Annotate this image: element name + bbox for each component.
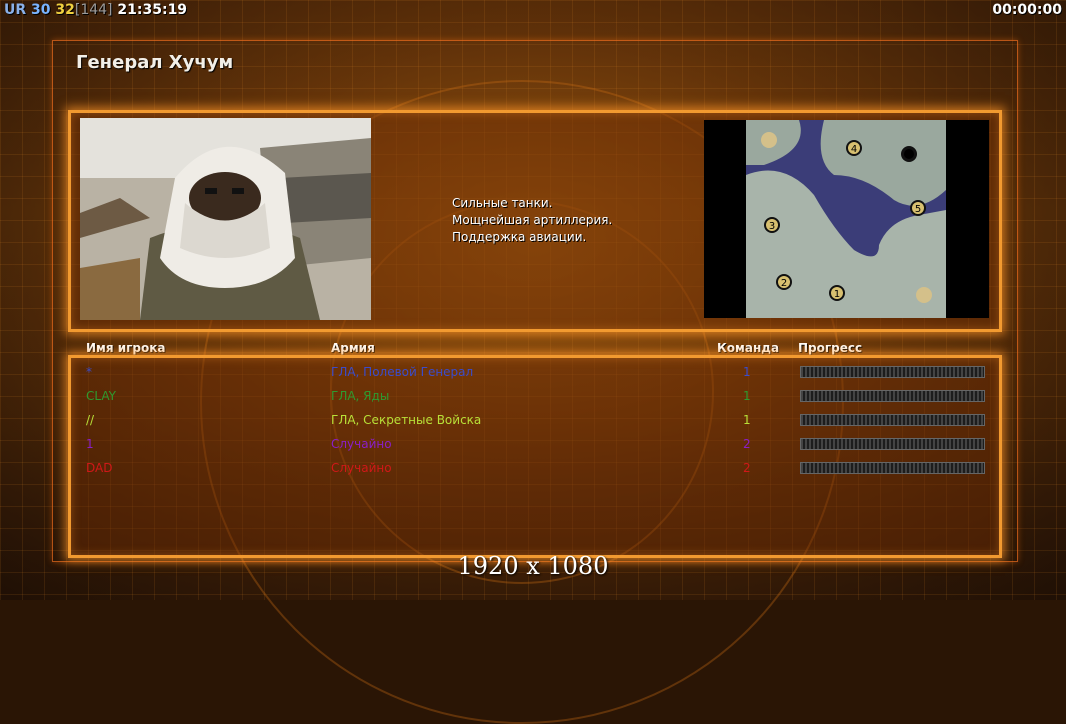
general-title: Генерал Хучум [76,52,234,73]
map-start-5: 5 [915,204,921,215]
hud-value-3: [144] [74,2,113,18]
hud-ur: UR [4,2,27,18]
player-name: * [86,365,92,379]
player-row: DAD Случайно 2 [80,459,990,479]
description-line: Сильные танки. [452,196,553,210]
player-team: 1 [743,365,751,379]
description-line: Мощнейшая артиллерия. [452,213,613,227]
header-team: Команда [717,341,780,355]
player-army: ГЛА, Полевой Генерал [331,365,474,379]
general-portrait [80,118,371,320]
player-progress-bar [800,462,985,474]
player-row: * ГЛА, Полевой Генерал 1 [80,363,990,383]
player-progress-bar [800,438,985,450]
map-start-2: 2 [781,278,787,289]
hud-stats: UR 30 32[144] 21:35:19 [4,2,187,18]
description-line: Поддержка авиации. [452,230,587,244]
hud-value-1: 30 [31,2,51,18]
players-panel [68,355,1002,558]
player-progress-bar [800,390,985,402]
map-start-4: 4 [851,144,857,155]
general-description: Сильные танки. Мощнейшая артиллерия. Под… [452,195,612,246]
player-army: ГЛА, Яды [331,389,390,403]
header-player-name: Имя игрока [86,341,166,355]
player-name: DAD [86,461,113,475]
player-army: Случайно [331,461,392,475]
hud-clock: 21:35:19 [117,2,188,18]
player-row: 1 Случайно 2 [80,435,990,455]
player-name: 1 [86,437,94,451]
player-team: 1 [743,389,751,403]
player-army: Случайно [331,437,392,451]
hud-value-2: 32 [55,2,75,18]
map-start-3: 3 [769,221,775,232]
player-progress-bar [800,414,985,426]
player-team: 1 [743,413,751,427]
player-progress-bar [800,366,985,378]
header-progress: Прогресс [798,341,863,355]
player-team: 2 [743,437,751,451]
player-army: ГЛА, Секретные Войска [331,413,482,427]
player-row: CLAY ГЛА, Яды 1 [80,387,990,407]
map-start-1: 1 [834,289,840,300]
player-name: CLAY [86,389,116,403]
header-army: Армия [331,341,375,355]
player-row: // ГЛА, Секретные Войска 1 [80,411,990,431]
map-preview[interactable]: 4 3 5 2 1 [704,120,989,318]
hud-timer: 00:00:00 [992,2,1062,18]
player-team: 2 [743,461,751,475]
resolution-label: 1920 x 1080 [457,552,609,580]
player-name: // [86,413,95,427]
